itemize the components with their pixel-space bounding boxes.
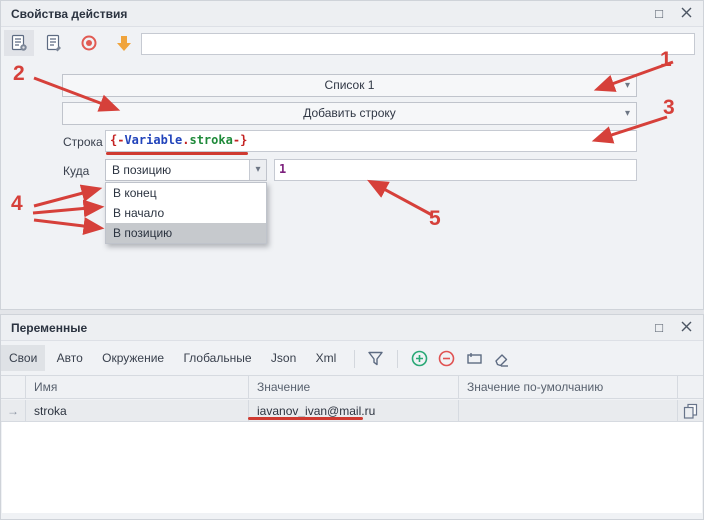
row-name-cell[interactable]: stroka xyxy=(26,400,249,421)
tab-xml[interactable]: Xml xyxy=(308,345,345,371)
variables-panel-title: Переменные xyxy=(11,321,87,335)
annotation-number-2: 2 xyxy=(13,62,25,86)
annotation-underline-email xyxy=(248,417,363,420)
filter-button[interactable] xyxy=(364,347,388,371)
chevron-down-icon: ▾ xyxy=(625,75,630,96)
list-selector-value: Список 1 xyxy=(325,78,375,92)
tab-avto[interactable]: Авто xyxy=(49,345,91,371)
tab-okruzhenie[interactable]: Окружение xyxy=(94,345,172,371)
annotation-underline-stroka xyxy=(106,152,248,155)
list-settings-icon xyxy=(9,33,29,53)
tab-globalnye[interactable]: Глобальные xyxy=(175,345,259,371)
header-value-column[interactable]: Значение xyxy=(249,376,459,398)
header-indicator-column xyxy=(1,376,26,398)
variables-table-header: Имя Значение Значение по-умолчанию xyxy=(1,375,703,399)
kuda-option-poziciyu[interactable]: В позицию xyxy=(106,223,266,243)
tab-svoi[interactable]: Свои xyxy=(1,345,45,371)
stroka-token-close: -} xyxy=(233,133,247,147)
copy-icon xyxy=(682,402,699,419)
row-default-cell[interactable] xyxy=(459,400,678,421)
app-window: { "action_panel": { "title": "Свойства д… xyxy=(0,0,704,520)
record-icon xyxy=(79,33,99,53)
kuda-combobox[interactable]: В позицию ▾ xyxy=(105,159,267,181)
header-name-column[interactable]: Имя xyxy=(26,376,249,398)
variables-panel-titlebar: Переменные □ xyxy=(1,315,703,341)
operation-selector-value: Добавить строку xyxy=(303,106,396,120)
add-icon xyxy=(410,349,429,368)
annotation-number-1: 1 xyxy=(660,48,672,72)
annotation-number-4: 4 xyxy=(11,192,23,216)
toolbar-separator xyxy=(354,350,355,368)
action-panel-title: Свойства действия xyxy=(11,7,127,21)
list-edit-button[interactable] xyxy=(39,30,69,56)
stroka-token-open: {- xyxy=(110,133,124,147)
filter-icon xyxy=(366,349,385,368)
remove-icon xyxy=(437,349,456,368)
stroka-token-object: Variable xyxy=(124,133,182,147)
kuda-dropdown-list: В конец В начало В позицию xyxy=(105,182,267,244)
stroka-field-label: Строка xyxy=(63,135,103,149)
add-variable-button[interactable] xyxy=(408,347,432,371)
toolbar-separator xyxy=(397,350,398,368)
position-input[interactable]: 1 xyxy=(274,159,637,181)
header-actions-column xyxy=(678,376,703,398)
list-settings-button[interactable] xyxy=(4,30,34,56)
remove-variable-button[interactable] xyxy=(435,347,459,371)
tab-json[interactable]: Json xyxy=(263,345,304,371)
eraser-icon xyxy=(492,349,511,368)
row-indicator: → xyxy=(1,400,26,421)
kuda-field-label: Куда xyxy=(63,164,89,178)
clear-variables-button[interactable] xyxy=(490,347,514,371)
variables-table-empty-area[interactable] xyxy=(2,422,702,513)
close-icon[interactable] xyxy=(676,319,696,337)
header-default-column[interactable]: Значение по-умолчанию xyxy=(459,376,678,398)
action-panel-titlebar: Свойства действия □ xyxy=(1,1,703,27)
chevron-down-icon[interactable]: ▾ xyxy=(249,160,266,180)
variables-tabs-toolbar: Свои Авто Окружение Глобальные Json Xml xyxy=(1,342,703,373)
kuda-combobox-value: В позицию xyxy=(112,163,171,177)
copy-value-button[interactable] xyxy=(678,400,703,421)
annotation-number-5: 5 xyxy=(429,207,441,231)
kuda-option-nachalo[interactable]: В начало xyxy=(106,203,266,223)
record-button[interactable] xyxy=(74,30,104,56)
list-edit-icon xyxy=(44,33,64,53)
list-selector-combobox[interactable]: Список 1 ▾ xyxy=(62,74,637,97)
maximize-icon[interactable]: □ xyxy=(649,319,669,337)
arrow-down-icon xyxy=(114,33,134,53)
stroka-token-property: stroka xyxy=(189,133,232,147)
action-search-input[interactable] xyxy=(141,33,695,55)
position-value: 1 xyxy=(279,162,286,176)
annotation-number-3: 3 xyxy=(663,96,675,120)
edit-variable-button[interactable] xyxy=(462,347,486,371)
close-icon[interactable] xyxy=(676,5,696,23)
maximize-icon[interactable]: □ xyxy=(649,5,669,23)
edit-icon xyxy=(465,349,484,368)
chevron-down-icon: ▾ xyxy=(625,103,630,124)
action-properties-panel: Свойства действия □ Спис xyxy=(0,0,704,310)
kuda-option-konec[interactable]: В конец xyxy=(106,183,266,203)
operation-selector-combobox[interactable]: Добавить строку ▾ xyxy=(62,102,637,125)
download-arrow-button[interactable] xyxy=(109,30,139,56)
stroka-value-input[interactable]: {-Variable.stroka-} xyxy=(105,130,637,152)
